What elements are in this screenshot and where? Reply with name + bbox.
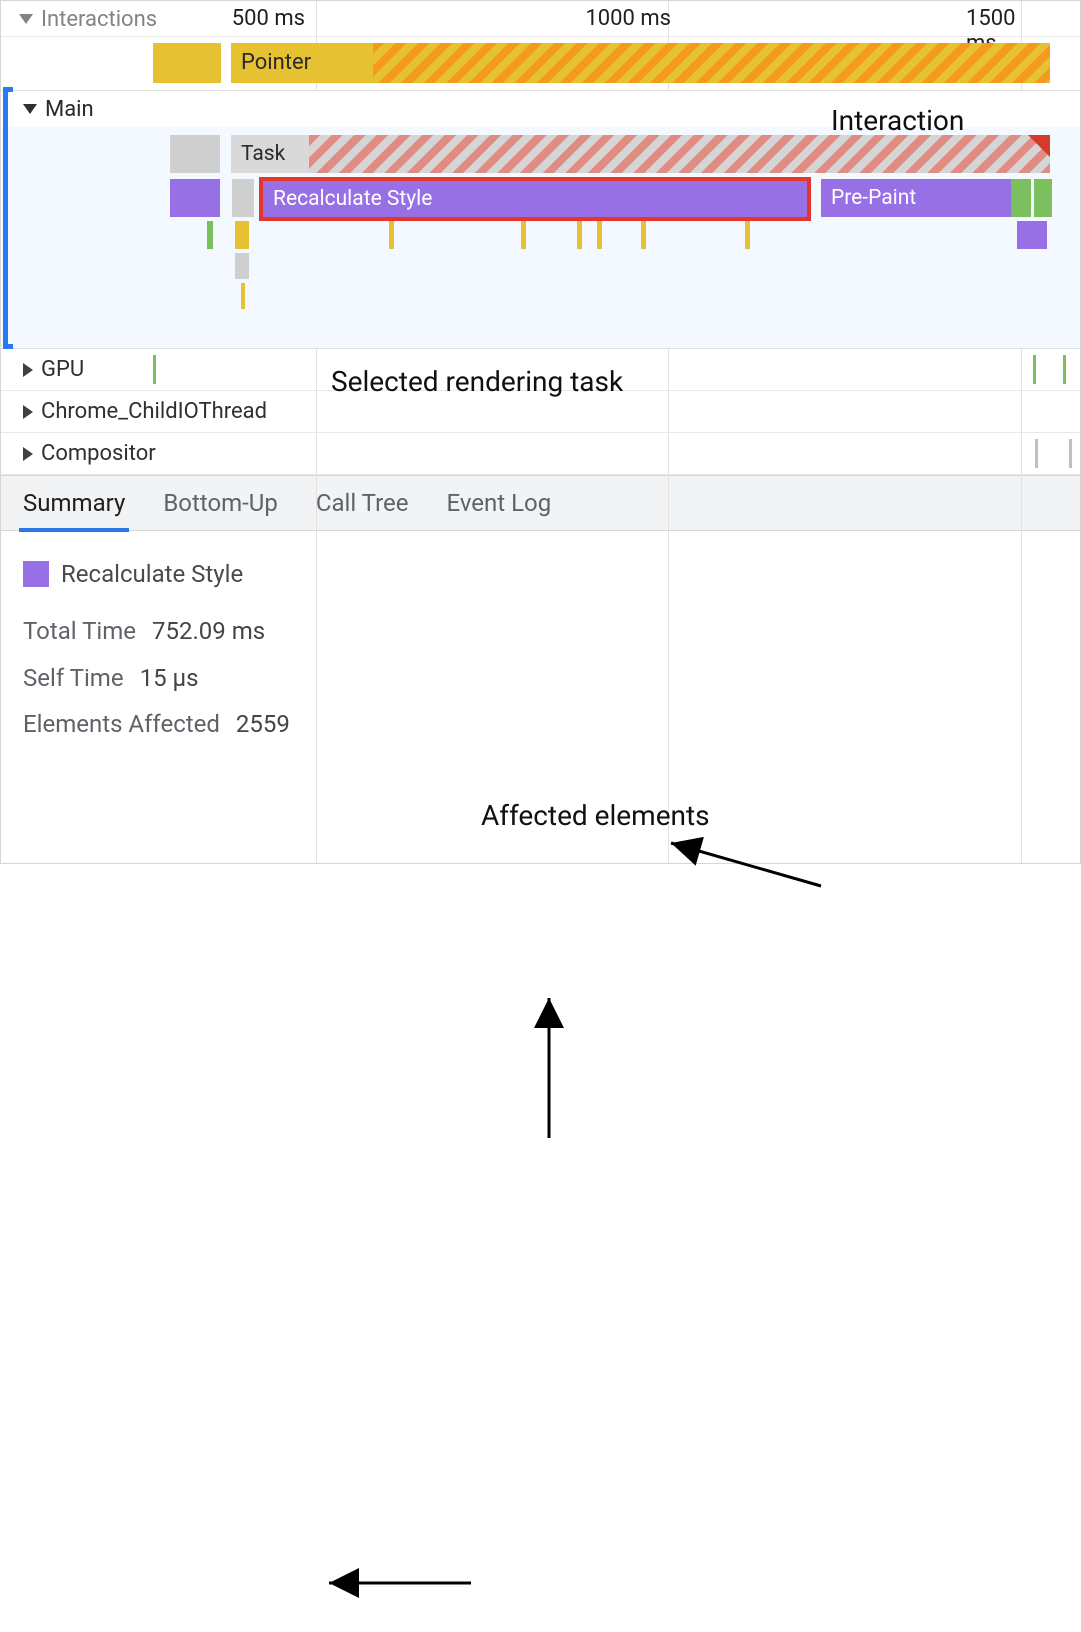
micro-task[interactable] xyxy=(235,221,249,249)
chevron-right-icon xyxy=(23,405,33,419)
task-block[interactable] xyxy=(170,135,220,173)
gpu-track-header[interactable]: GPU xyxy=(1,349,1080,391)
chevron-down-icon xyxy=(19,14,33,24)
main-label: Main xyxy=(45,97,94,122)
self-time-label: Self Time xyxy=(23,655,124,702)
main-track-header[interactable]: Main xyxy=(1,91,1080,127)
interactions-label: Interactions xyxy=(41,7,157,32)
micro-task[interactable] xyxy=(207,221,213,249)
gpu-tick xyxy=(1063,355,1066,384)
compositor-tick xyxy=(1035,439,1038,468)
pre-paint-bar[interactable]: Pre-Paint xyxy=(821,179,1011,217)
tab-summary[interactable]: Summary xyxy=(23,489,125,517)
tab-call-tree[interactable]: Call Tree xyxy=(316,489,409,517)
paint-block[interactable] xyxy=(1034,179,1052,217)
annotation-arrows xyxy=(1,768,1081,1632)
micro-task[interactable] xyxy=(1017,221,1047,249)
child-io-track-header[interactable]: Chrome_ChildIOThread xyxy=(1,391,1080,433)
gpu-tick xyxy=(153,355,156,384)
micro-task[interactable] xyxy=(597,221,602,249)
task-long-task-overlay xyxy=(309,135,1050,173)
micro-task[interactable] xyxy=(577,221,582,249)
micro-task[interactable] xyxy=(641,221,646,249)
micro-task[interactable] xyxy=(745,221,750,249)
chevron-right-icon xyxy=(23,447,33,461)
color-swatch xyxy=(23,561,49,587)
long-task-corner-icon xyxy=(1028,135,1050,157)
frame-block[interactable] xyxy=(232,179,254,217)
pointer-hatched-segment xyxy=(373,43,1050,83)
elements-affected-label: Elements Affected xyxy=(23,701,220,748)
tab-bottom-up[interactable]: Bottom-Up xyxy=(163,489,278,517)
micro-task[interactable] xyxy=(521,221,526,249)
tab-event-log[interactable]: Event Log xyxy=(446,489,551,517)
micro-task[interactable] xyxy=(389,221,394,249)
interactions-lane[interactable]: Pointer xyxy=(1,37,1080,91)
track-selection-bracket xyxy=(3,87,13,349)
micro-task[interactable] xyxy=(235,253,249,279)
style-block[interactable] xyxy=(170,179,220,217)
pointer-pre-segment[interactable] xyxy=(153,43,221,83)
chevron-right-icon xyxy=(23,363,33,377)
recalculate-style-bar[interactable]: Recalculate Style xyxy=(259,177,811,221)
total-time-label: Total Time xyxy=(23,608,136,655)
elements-affected-value: 2559 xyxy=(236,701,290,748)
recalculate-style-label: Recalculate Style xyxy=(273,187,432,211)
gpu-tick xyxy=(1033,355,1036,384)
micro-task[interactable] xyxy=(241,283,245,309)
details-tabs: Summary Bottom-Up Call Tree Event Log xyxy=(1,475,1080,531)
pointer-label: Pointer xyxy=(241,50,311,75)
compositor-label: Compositor xyxy=(41,441,156,466)
task-label: Task xyxy=(241,142,285,166)
self-time-value: 15 µs xyxy=(140,655,199,702)
compositor-track-header[interactable]: Compositor xyxy=(1,433,1080,475)
child-io-label: Chrome_ChildIOThread xyxy=(41,399,267,424)
total-time-value: 752.09 ms xyxy=(152,608,265,655)
interactions-track-header[interactable]: Interactions xyxy=(1,1,1080,37)
summary-event-name: Recalculate Style xyxy=(61,551,243,598)
main-thread-track[interactable]: Main Task Recalculate Style Pre-Paint xyxy=(1,91,1080,349)
annotation-affected-elements: Affected elements xyxy=(481,799,710,832)
gpu-label: GPU xyxy=(41,357,84,382)
pre-paint-label: Pre-Paint xyxy=(831,186,916,210)
compositor-tick xyxy=(1069,439,1072,468)
chevron-down-icon xyxy=(23,104,37,114)
summary-panel: Recalculate Style Total Time 752.09 ms S… xyxy=(1,531,1080,768)
paint-block[interactable] xyxy=(1011,179,1031,217)
